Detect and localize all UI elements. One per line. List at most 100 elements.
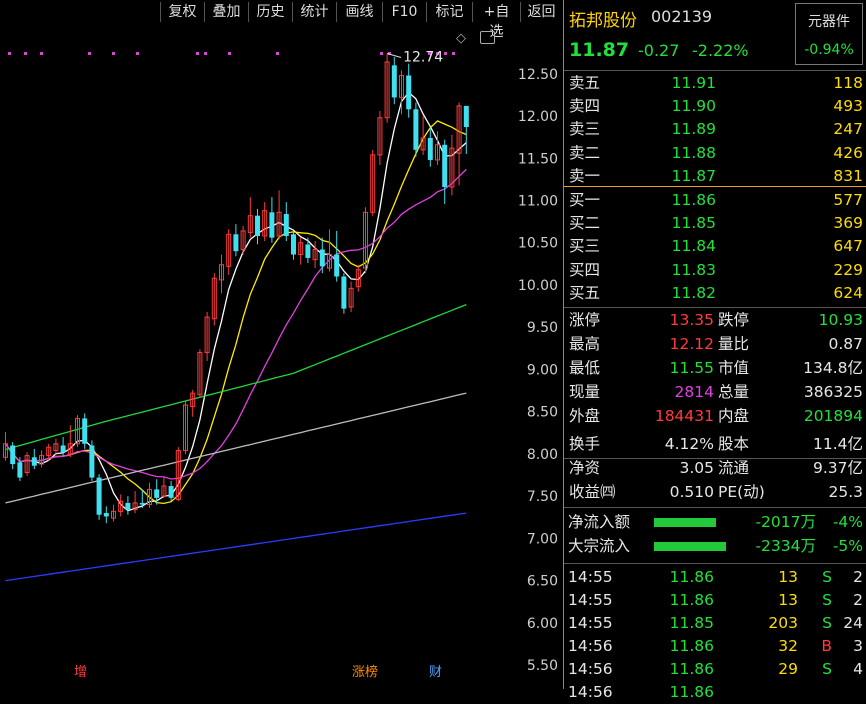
ask-price: 11.89 — [671, 120, 716, 139]
bid-volume: 369 — [833, 214, 863, 233]
tick-side: S — [822, 591, 832, 609]
ask-price: 11.88 — [671, 143, 716, 162]
stat-label: 现量 — [569, 383, 601, 401]
toolbar-overlay-button[interactable]: 叠加 — [204, 2, 248, 22]
kline-chart[interactable]: 12.50 12.00 11.50 11.00 10.50 10.00 9.50 9.00 8.… — [0, 25, 564, 689]
bid-row: 买一 11.86 577 — [564, 189, 866, 212]
tick-count: 24 — [843, 614, 863, 632]
stat-row: 收益㈣ 0.510 PE(动) 25.3 — [564, 481, 866, 504]
y-tick-label: 6.00 — [527, 616, 558, 632]
candle-body — [89, 445, 95, 478]
tick-volume: 29 — [778, 660, 798, 678]
y-tick-label: 10.50 — [518, 236, 558, 252]
ask-label: 卖五 — [569, 74, 601, 92]
candle-body — [305, 244, 311, 258]
stock-name: 拓邦股份 — [569, 11, 637, 31]
stat-value: 134.8亿 — [803, 359, 863, 377]
stat-label: 跌停 — [718, 311, 750, 329]
divider — [564, 458, 866, 459]
ask-volume: 247 — [833, 120, 863, 139]
candle-body — [31, 457, 37, 466]
ma60-line — [5, 303, 467, 451]
toolbar-draw-button[interactable]: 画线 — [336, 2, 382, 22]
chart-diamond-icon[interactable]: ◇ — [456, 31, 466, 47]
tick-volume: 32 — [778, 637, 798, 655]
ask-row: 卖三 11.89 247 — [564, 118, 866, 141]
flow-bar — [654, 518, 716, 527]
marker-zhangbang[interactable]: 涨榜 — [352, 665, 378, 681]
signal-dot — [380, 52, 383, 55]
stat-label: 涨停 — [569, 311, 601, 329]
bid-volume: 624 — [833, 283, 863, 302]
y-tick-label: 8.00 — [527, 447, 558, 463]
signal-dot — [24, 52, 27, 55]
kline-chart-svg[interactable]: 12.50 12.00 11.50 11.00 10.50 10.00 9.50 9.00 8.… — [0, 25, 564, 689]
stat-value: 201894 — [803, 407, 863, 425]
bid-price: 11.83 — [671, 260, 716, 279]
marker-zeng[interactable]: 增 — [74, 665, 87, 681]
tick-count: 2 — [853, 568, 863, 586]
marker-cai[interactable]: 财 — [429, 665, 442, 681]
bid-row: 买三 11.84 647 — [564, 235, 866, 258]
toolbar-restore-rights-button[interactable]: 复权 — [160, 2, 204, 22]
chart-toolbar: 复权 叠加 历史 统计 画线 F10 标记 +自选 返回 — [0, 0, 562, 40]
tick-time: 14:56 — [568, 660, 613, 678]
tick-price: 11.86 — [669, 683, 714, 701]
flow-label: 净流入额 — [568, 513, 631, 531]
stat-value: 13.35 — [669, 311, 714, 329]
stat-label: PE(动) — [718, 483, 765, 501]
signal-dot — [444, 52, 447, 55]
bid-price: 11.86 — [671, 191, 716, 209]
tick-time: 14:56 — [568, 637, 613, 655]
tick-volume: 13 — [778, 591, 798, 609]
ask-label: 卖四 — [569, 97, 601, 116]
y-tick-label: 7.50 — [527, 489, 558, 505]
toolbar-add-watchlist-button[interactable]: +自选 — [472, 2, 520, 40]
y-tick-label: 6.50 — [527, 574, 558, 590]
candle-body — [391, 65, 397, 98]
flow-value: -2334万 — [755, 537, 816, 555]
candle-body — [442, 144, 448, 187]
tick-count: 2 — [853, 591, 863, 609]
bid-volume: 229 — [833, 260, 863, 279]
signal-dot — [112, 52, 115, 55]
stat-label: 内盘 — [718, 407, 750, 425]
signal-dot — [204, 52, 207, 55]
toolbar-mark-button[interactable]: 标记 — [426, 2, 472, 22]
high-annotation-label: 12.74 — [403, 50, 443, 66]
chart-panel-toggle-icon[interactable] — [480, 31, 495, 44]
stat-label: 最低 — [569, 359, 601, 377]
candle-body — [168, 486, 174, 498]
candle-body — [427, 137, 433, 160]
y-tick-label: 12.50 — [518, 67, 558, 83]
stat-row: 净资 3.05 流通 9.37亿 — [564, 457, 866, 480]
price-change: -0.27 — [638, 41, 680, 60]
stat-value: 4.12% — [664, 435, 714, 453]
toolbar-f10-button[interactable]: F10 — [382, 2, 426, 22]
y-tick-label: 5.50 — [527, 658, 558, 674]
quote-panel: 拓邦股份 002139 元器件 -0.94% 11.87 -0.27 -2.22… — [564, 0, 866, 701]
y-tick-label: 7.00 — [527, 531, 558, 547]
toolbar-history-button[interactable]: 历史 — [248, 2, 292, 22]
ma20-line — [4, 168, 467, 480]
bid-label: 买二 — [569, 214, 601, 233]
tick-row: 14:55 11.86 13 S 2 — [564, 589, 866, 612]
ask-price: 11.90 — [671, 97, 716, 116]
sector-box[interactable]: 元器件 -0.94% — [795, 3, 863, 65]
ask-volume: 831 — [833, 166, 863, 185]
tick-volume: 13 — [778, 568, 798, 586]
toolbar-stats-button[interactable]: 统计 — [292, 2, 336, 22]
toolbar-back-button[interactable]: 返回 — [520, 2, 562, 22]
stat-value: 10.93 — [818, 311, 863, 329]
candle-body — [10, 445, 16, 465]
tick-count: 3 — [853, 637, 863, 655]
divider — [564, 563, 866, 564]
tick-price: 11.85 — [669, 614, 714, 632]
flow-bar — [654, 542, 726, 551]
divider — [564, 307, 866, 308]
bid-price: 11.82 — [671, 283, 716, 302]
last-price: 11.87 — [569, 39, 630, 61]
candle-body — [139, 502, 145, 505]
bid-row: 买四 11.83 229 — [564, 259, 866, 282]
candle-body — [82, 418, 88, 444]
